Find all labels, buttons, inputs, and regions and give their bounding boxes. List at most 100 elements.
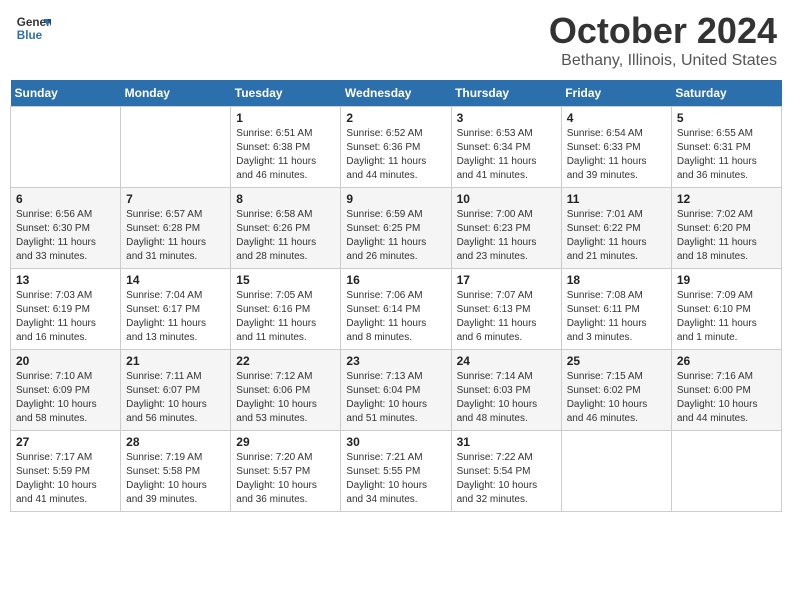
day-number: 11 <box>567 192 666 206</box>
day-number: 25 <box>567 354 666 368</box>
weekday-saturday: Saturday <box>671 80 781 107</box>
day-number: 18 <box>567 273 666 287</box>
calendar-cell <box>561 431 671 512</box>
calendar-cell: 5Sunrise: 6:55 AM Sunset: 6:31 PM Daylig… <box>671 107 781 188</box>
day-info: Sunrise: 6:59 AM Sunset: 6:25 PM Dayligh… <box>346 208 445 264</box>
calendar-week-1: 1Sunrise: 6:51 AM Sunset: 6:38 PM Daylig… <box>11 107 782 188</box>
day-info: Sunrise: 6:53 AM Sunset: 6:34 PM Dayligh… <box>457 127 556 183</box>
day-info: Sunrise: 7:04 AM Sunset: 6:17 PM Dayligh… <box>126 289 225 345</box>
calendar-cell: 14 Sunrise: 7:04 AM Sunset: 6:17 PM Dayli… <box>121 269 231 350</box>
calendar-cell: 31 Sunrise: 7:22 AM Sunset: 5:54 PM Dayli… <box>451 431 561 512</box>
calendar-cell: 8Sunrise: 6:58 AM Sunset: 6:26 PM Daylig… <box>231 188 341 269</box>
day-info: Sunrise: 7:19 AM Sunset: 5:58 PM Dayligh… <box>126 451 225 507</box>
calendar-cell: 4Sunrise: 6:54 AM Sunset: 6:33 PM Daylig… <box>561 107 671 188</box>
calendar-cell: 1Sunrise: 6:51 AM Sunset: 6:38 PM Daylig… <box>231 107 341 188</box>
calendar-cell <box>11 107 121 188</box>
day-number: 14 <box>126 273 225 287</box>
day-number: 13 <box>16 273 115 287</box>
day-info: Sunrise: 7:09 AM Sunset: 6:10 PM Dayligh… <box>677 289 776 345</box>
day-number: 21 <box>126 354 225 368</box>
calendar-week-3: 13 Sunrise: 7:03 AM Sunset: 6:19 PM Dayli… <box>11 269 782 350</box>
day-number: 9 <box>346 192 445 206</box>
calendar-cell: 3 Sunrise: 6:53 AM Sunset: 6:34 PM Daylig… <box>451 107 561 188</box>
day-info: Sunrise: 7:08 AM Sunset: 6:11 PM Dayligh… <box>567 289 666 345</box>
day-number: 2 <box>346 111 445 125</box>
weekday-thursday: Thursday <box>451 80 561 107</box>
calendar-table: SundayMondayTuesdayWednesdayThursdayFrid… <box>10 80 782 512</box>
day-info: Sunrise: 7:22 AM Sunset: 5:54 PM Dayligh… <box>457 451 556 507</box>
location: Bethany, Illinois, United States <box>549 52 777 70</box>
day-number: 20 <box>16 354 115 368</box>
day-info: Sunrise: 7:03 AM Sunset: 6:19 PM Dayligh… <box>16 289 115 345</box>
day-number: 17 <box>457 273 556 287</box>
day-number: 1 <box>236 111 335 125</box>
calendar-cell: 29Sunrise: 7:20 AM Sunset: 5:57 PM Dayli… <box>231 431 341 512</box>
page-header: General Blue October 2024 Bethany, Illin… <box>10 10 782 70</box>
day-number: 8 <box>236 192 335 206</box>
weekday-tuesday: Tuesday <box>231 80 341 107</box>
day-number: 31 <box>457 435 556 449</box>
calendar-cell: 19 Sunrise: 7:09 AM Sunset: 6:10 PM Dayli… <box>671 269 781 350</box>
weekday-wednesday: Wednesday <box>341 80 451 107</box>
weekday-monday: Monday <box>121 80 231 107</box>
day-number: 5 <box>677 111 776 125</box>
calendar-cell: 7 Sunrise: 6:57 AM Sunset: 6:28 PM Daylig… <box>121 188 231 269</box>
calendar-cell: 12Sunrise: 7:02 AM Sunset: 6:20 PM Dayli… <box>671 188 781 269</box>
weekday-sunday: Sunday <box>11 80 121 107</box>
day-info: Sunrise: 7:02 AM Sunset: 6:20 PM Dayligh… <box>677 208 776 264</box>
day-number: 10 <box>457 192 556 206</box>
day-info: Sunrise: 7:13 AM Sunset: 6:04 PM Dayligh… <box>346 370 445 426</box>
calendar-cell: 2 Sunrise: 6:52 AM Sunset: 6:36 PM Daylig… <box>341 107 451 188</box>
day-info: Sunrise: 6:57 AM Sunset: 6:28 PM Dayligh… <box>126 208 225 264</box>
day-number: 24 <box>457 354 556 368</box>
weekday-header-row: SundayMondayTuesdayWednesdayThursdayFrid… <box>11 80 782 107</box>
day-info: Sunrise: 7:16 AM Sunset: 6:00 PM Dayligh… <box>677 370 776 426</box>
calendar-cell: 11 Sunrise: 7:01 AM Sunset: 6:22 PM Dayli… <box>561 188 671 269</box>
day-info: Sunrise: 7:07 AM Sunset: 6:13 PM Dayligh… <box>457 289 556 345</box>
calendar-cell: 21 Sunrise: 7:11 AM Sunset: 6:07 PM Dayli… <box>121 350 231 431</box>
day-number: 16 <box>346 273 445 287</box>
calendar-cell: 13 Sunrise: 7:03 AM Sunset: 6:19 PM Dayli… <box>11 269 121 350</box>
day-number: 28 <box>126 435 225 449</box>
day-number: 7 <box>126 192 225 206</box>
calendar-week-4: 20 Sunrise: 7:10 AM Sunset: 6:09 PM Dayli… <box>11 350 782 431</box>
day-number: 26 <box>677 354 776 368</box>
day-info: Sunrise: 7:12 AM Sunset: 6:06 PM Dayligh… <box>236 370 335 426</box>
month-title: October 2024 <box>549 10 777 52</box>
calendar-cell: 15Sunrise: 7:05 AM Sunset: 6:16 PM Dayli… <box>231 269 341 350</box>
day-number: 19 <box>677 273 776 287</box>
day-number: 6 <box>16 192 115 206</box>
day-info: Sunrise: 7:01 AM Sunset: 6:22 PM Dayligh… <box>567 208 666 264</box>
day-info: Sunrise: 7:14 AM Sunset: 6:03 PM Dayligh… <box>457 370 556 426</box>
day-number: 23 <box>346 354 445 368</box>
day-info: Sunrise: 6:52 AM Sunset: 6:36 PM Dayligh… <box>346 127 445 183</box>
calendar-cell: 18 Sunrise: 7:08 AM Sunset: 6:11 PM Dayli… <box>561 269 671 350</box>
calendar-cell: 10Sunrise: 7:00 AM Sunset: 6:23 PM Dayli… <box>451 188 561 269</box>
day-info: Sunrise: 7:15 AM Sunset: 6:02 PM Dayligh… <box>567 370 666 426</box>
day-info: Sunrise: 7:05 AM Sunset: 6:16 PM Dayligh… <box>236 289 335 345</box>
logo: General Blue <box>15 10 51 46</box>
day-number: 4 <box>567 111 666 125</box>
weekday-friday: Friday <box>561 80 671 107</box>
logo-icon: General Blue <box>15 10 51 46</box>
calendar-cell: 22Sunrise: 7:12 AM Sunset: 6:06 PM Dayli… <box>231 350 341 431</box>
calendar-cell: 25 Sunrise: 7:15 AM Sunset: 6:02 PM Dayli… <box>561 350 671 431</box>
calendar-cell: 23 Sunrise: 7:13 AM Sunset: 6:04 PM Dayli… <box>341 350 451 431</box>
calendar-body: 1Sunrise: 6:51 AM Sunset: 6:38 PM Daylig… <box>11 107 782 512</box>
day-number: 29 <box>236 435 335 449</box>
day-info: Sunrise: 7:10 AM Sunset: 6:09 PM Dayligh… <box>16 370 115 426</box>
day-info: Sunrise: 7:21 AM Sunset: 5:55 PM Dayligh… <box>346 451 445 507</box>
day-number: 30 <box>346 435 445 449</box>
day-info: Sunrise: 7:11 AM Sunset: 6:07 PM Dayligh… <box>126 370 225 426</box>
calendar-cell: 26 Sunrise: 7:16 AM Sunset: 6:00 PM Dayli… <box>671 350 781 431</box>
day-number: 3 <box>457 111 556 125</box>
day-info: Sunrise: 7:17 AM Sunset: 5:59 PM Dayligh… <box>16 451 115 507</box>
day-info: Sunrise: 7:06 AM Sunset: 6:14 PM Dayligh… <box>346 289 445 345</box>
calendar-cell: 6Sunrise: 6:56 AM Sunset: 6:30 PM Daylig… <box>11 188 121 269</box>
calendar-cell: 24 Sunrise: 7:14 AM Sunset: 6:03 PM Dayli… <box>451 350 561 431</box>
calendar-cell <box>671 431 781 512</box>
calendar-cell: 27Sunrise: 7:17 AM Sunset: 5:59 PM Dayli… <box>11 431 121 512</box>
svg-text:Blue: Blue <box>17 29 43 42</box>
title-block: October 2024 Bethany, Illinois, United S… <box>549 10 777 70</box>
calendar-cell: 17 Sunrise: 7:07 AM Sunset: 6:13 PM Dayli… <box>451 269 561 350</box>
